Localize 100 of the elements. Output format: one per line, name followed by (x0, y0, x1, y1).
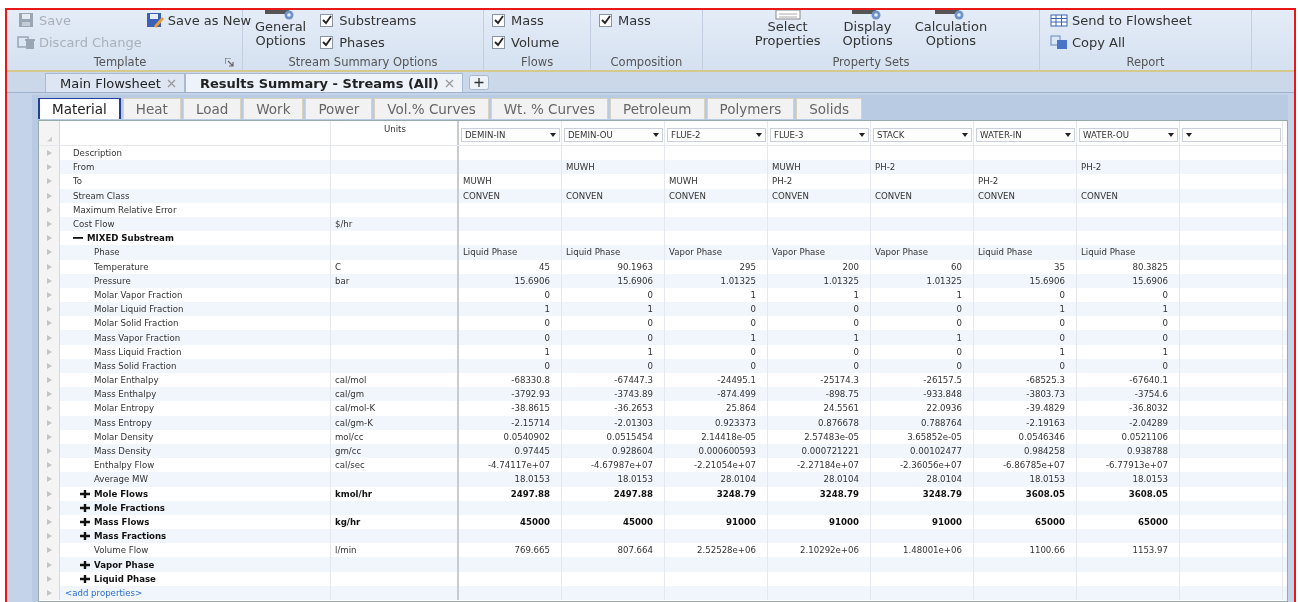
table-cell: 45000 (520, 516, 550, 527)
table-cell: CONVEN (669, 190, 706, 201)
units-cell: cal/mol (335, 375, 367, 386)
tab[interactable]: Wt. % Curves (490, 98, 608, 119)
table-cell: -67447.3 (614, 375, 653, 386)
stream-dropdown[interactable]: STACK (873, 128, 972, 142)
ribbon-button[interactable]: General Options (251, 10, 311, 48)
tab[interactable]: Power (305, 98, 373, 119)
document-tab[interactable]: Results Summary - Streams (All) (184, 73, 463, 92)
checkbox[interactable] (320, 13, 334, 27)
stream-dropdown[interactable]: WATER-OU (1079, 128, 1178, 142)
table-cell: 90.1963 (617, 261, 653, 272)
discard-icon (17, 34, 35, 50)
expand-icon[interactable] (80, 503, 90, 512)
table-cell: 0.000600593 (698, 446, 756, 457)
stream-dropdown[interactable]: DEMIN-OU (564, 128, 663, 142)
table-cell: 0 (544, 332, 550, 343)
stream-dropdown[interactable]: FLUE-2 (667, 128, 766, 142)
table-cell: CONVEN (978, 190, 1015, 201)
table-cell: -2.04289 (1129, 417, 1168, 428)
expand-icon[interactable] (80, 574, 90, 583)
checkbox-label: Mass (511, 12, 544, 28)
units-cell: kg/hr (335, 516, 361, 527)
table-cell: 45000 (623, 516, 653, 527)
units-cell: C (335, 261, 341, 272)
ribbon-button[interactable]: Select Properties (750, 10, 825, 48)
table-cell: 0 (750, 304, 756, 315)
property-name: MIXED Substream (87, 233, 174, 244)
table-cell: 0 (647, 289, 653, 300)
stream-dropdown[interactable]: FLUE-3 (770, 128, 869, 142)
table-cell: 0.0546346 (1018, 431, 1065, 442)
table-cell: MUWH (669, 176, 698, 187)
table-cell: 0.0515454 (606, 431, 653, 442)
table-cell: -36.2653 (614, 403, 653, 414)
table-cell: -3792.93 (511, 389, 550, 400)
table-cell: 65000 (1035, 516, 1065, 527)
table-cell: 3608.05 (1128, 488, 1168, 499)
table-cell: 0 (956, 360, 962, 371)
checkbox-label: Mass (618, 12, 651, 28)
ribbon-button[interactable]: Save as New (143, 10, 254, 30)
table-cell: 295 (739, 261, 756, 272)
dialog-launcher-icon[interactable] (225, 58, 234, 67)
table-cell: 0.984258 (1024, 446, 1065, 457)
stream-dropdown[interactable]: WATER-IN (976, 128, 1075, 142)
ribbon-button[interactable]: Calculation Options (910, 10, 992, 48)
group-label: Composition (609, 55, 684, 70)
checkbox-label: Substreams (339, 12, 417, 28)
add-tab-icon[interactable] (468, 75, 489, 90)
expand-icon[interactable] (80, 560, 90, 569)
floppy-disk-pencil-icon (145, 12, 164, 28)
property-name: Mass Fractions (94, 531, 167, 542)
table-cell: 18.0153 (617, 474, 653, 485)
table-cell: 0 (544, 360, 550, 371)
tab[interactable]: Work (243, 98, 304, 119)
ribbon-button[interactable]: Send to Flowsheet (1048, 10, 1194, 30)
table-cell: MUWH (463, 176, 492, 187)
expand-icon[interactable] (80, 517, 90, 526)
units-cell: bar (335, 275, 350, 286)
group-label: Flows (519, 55, 555, 70)
table-cell: 0 (1162, 332, 1168, 343)
checkbox[interactable] (492, 35, 505, 49)
expand-icon[interactable] (80, 532, 90, 541)
ribbon-button[interactable]: Copy All (1048, 32, 1194, 52)
tab[interactable]: Petroleum (609, 98, 705, 119)
property-name: Cost Flow (73, 219, 115, 230)
table-cell: 24.5561 (823, 403, 859, 414)
checkbox[interactable] (599, 13, 612, 27)
tab[interactable]: Load (182, 98, 242, 119)
stream-dropdown[interactable]: DEMIN-IN (461, 128, 560, 142)
tab[interactable]: Vol.% Curves (374, 98, 489, 119)
table-cell: CONVEN (772, 190, 809, 201)
add-properties-link[interactable]: <add properties> (65, 587, 143, 598)
table-cell: -67640.1 (1129, 375, 1168, 386)
table-cell: 2497.88 (510, 488, 550, 499)
table-cell: 2497.88 (613, 488, 653, 499)
property-name: Vapor Phase (94, 559, 155, 570)
table-cell: PH-2 (978, 176, 999, 187)
caret-icon (1168, 133, 1174, 137)
document-tab[interactable]: Main Flowsheet (45, 73, 185, 92)
tab[interactable]: Polymers (706, 98, 795, 119)
table-cell: 18.0153 (1132, 474, 1168, 485)
table-cell: MUWH (772, 162, 801, 173)
group-label: Stream Summary Options (287, 55, 439, 70)
table-cell: -4.74117e+07 (487, 460, 550, 471)
ribbon-button[interactable]: Display Options (838, 10, 897, 48)
table-cell: Liquid Phase (463, 247, 518, 258)
units-cell: cal/mol-K (335, 403, 376, 414)
table-cell: 0.788764 (921, 417, 962, 428)
units-cell: mol/cc (335, 431, 364, 442)
table-cell: 1 (1162, 304, 1168, 315)
table-cell: -4.67987e+07 (590, 460, 653, 471)
close-icon[interactable] (444, 78, 454, 88)
tab[interactable]: Solids (796, 98, 863, 119)
tab[interactable]: Heat (122, 98, 181, 119)
checkbox[interactable] (320, 35, 334, 49)
expand-icon[interactable] (80, 489, 90, 498)
table-cell: 45 (539, 261, 550, 272)
tab[interactable]: Material (38, 98, 121, 119)
table-cell: 18.0153 (514, 474, 550, 485)
checkbox[interactable] (492, 13, 505, 27)
